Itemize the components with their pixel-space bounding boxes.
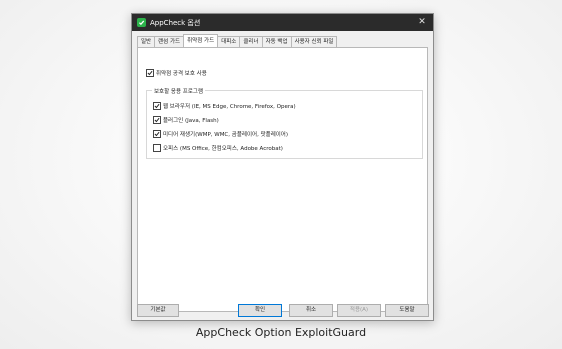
app-option-office[interactable]: 오피스 (MS Office, 한컴오피스, Adobe Acrobat) (153, 144, 283, 152)
ok-button[interactable]: 확인 (238, 304, 282, 317)
exploit-guard-panel: 취약점 공격 보호 사용 보호할 응용 프로그램 웹 브라우저 (IE, MS … (137, 47, 428, 312)
app-option-media-players[interactable]: 미디어 재생기(WMP, WMC, 곰플레이어, 팟플레이어) (153, 130, 288, 138)
appcheck-logo-icon (137, 18, 146, 27)
tab-ransom-guard[interactable]: 랜섬 가드 (154, 36, 185, 47)
caption: AppCheck Option ExploitGuard (195, 326, 367, 339)
defaults-button[interactable]: 기본값 (137, 304, 179, 317)
plugins-checkbox[interactable] (153, 116, 161, 124)
close-icon[interactable]: ✕ (415, 15, 429, 29)
office-checkbox[interactable] (153, 144, 161, 152)
enable-exploit-protection-option[interactable]: 취약점 공격 보호 사용 (146, 69, 207, 77)
cancel-button[interactable]: 취소 (289, 304, 333, 317)
tab-exploit-guard[interactable]: 취약점 가드 (183, 34, 219, 47)
title-bar[interactable]: AppCheck 옵션 ✕ (132, 14, 433, 31)
enable-exploit-protection-checkbox[interactable] (146, 69, 154, 77)
app-option-browsers[interactable]: 웹 브라우저 (IE, MS Edge, Chrome, Firefox, Op… (153, 102, 296, 110)
media-players-checkbox[interactable] (153, 130, 161, 138)
app-option-plugins[interactable]: 플러그인 (Java, Flash) (153, 116, 219, 124)
help-button[interactable]: 도움말 (385, 304, 429, 317)
tab-cleaner[interactable]: 클리너 (239, 36, 263, 47)
tab-trusted-files[interactable]: 사용자 신뢰 파일 (290, 36, 338, 47)
office-label: 오피스 (MS Office, 한컴오피스, Adobe Acrobat) (163, 146, 283, 152)
media-players-label: 미디어 재생기(WMP, WMC, 곰플레이어, 팟플레이어) (163, 132, 289, 138)
group-title: 보호할 응용 프로그램 (152, 87, 206, 95)
tab-general[interactable]: 일반 (137, 36, 156, 47)
browsers-checkbox[interactable] (153, 102, 161, 110)
tab-strip: 일반 랜섬 가드 취약점 가드 대피소 클리너 자동 백업 사용자 신뢰 파일 (137, 34, 338, 47)
apply-button[interactable]: 적용(A) (337, 304, 381, 317)
tab-auto-backup[interactable]: 자동 백업 (261, 36, 292, 47)
tab-shelter[interactable]: 대피소 (217, 36, 241, 47)
options-dialog: AppCheck 옵션 ✕ 일반 랜섬 가드 취약점 가드 대피소 클리너 자동… (131, 13, 434, 321)
browsers-label: 웹 브라우저 (IE, MS Edge, Chrome, Firefox, Op… (163, 104, 296, 110)
window-title: AppCheck 옵션 (150, 18, 201, 27)
enable-exploit-protection-label: 취약점 공격 보호 사용 (156, 71, 207, 77)
protected-apps-group: 보호할 응용 프로그램 웹 브라우저 (IE, MS Edge, Chrome,… (146, 87, 423, 159)
plugins-label: 플러그인 (Java, Flash) (163, 118, 219, 124)
